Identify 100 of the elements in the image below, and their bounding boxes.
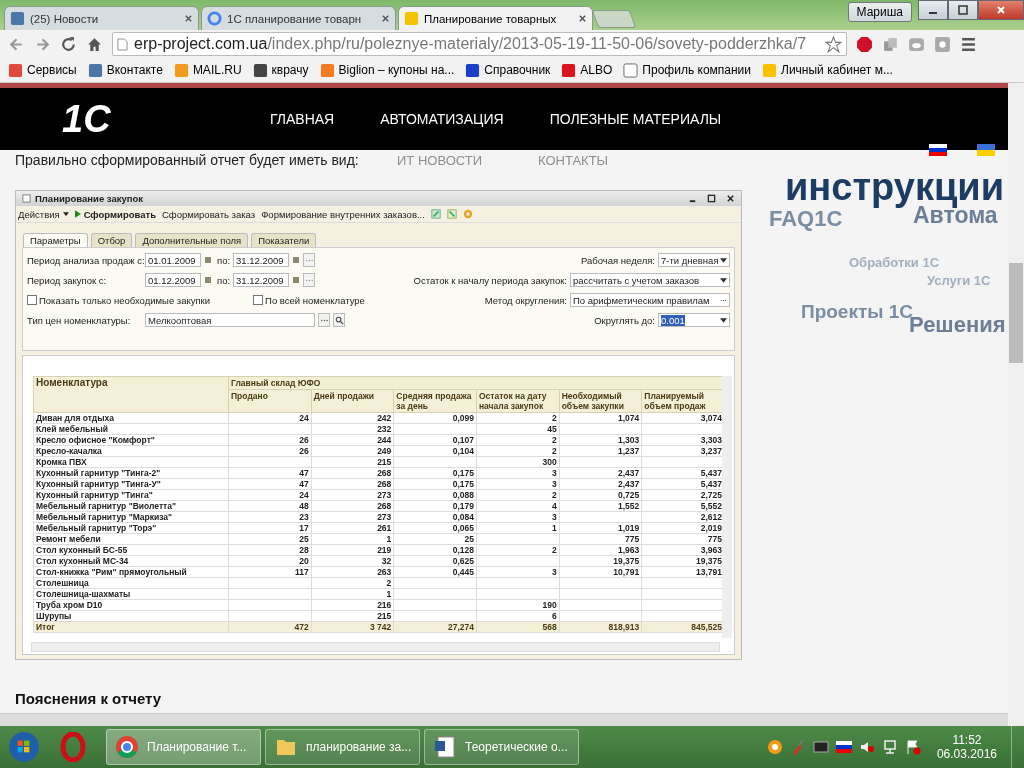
speaker-muted-icon[interactable] [858,739,875,755]
profile-button[interactable]: Мариша [847,2,912,22]
table-cell: 1,074 [559,412,642,424]
browser-tab[interactable]: 1С планирование товарн [201,6,396,30]
section-heading: Пояснения к отчету [15,690,163,707]
tag-link[interactable]: инструкции [785,168,1004,206]
export-icon[interactable] [446,209,457,219]
help-icon[interactable] [462,209,473,219]
bookmark[interactable]: Biglion – купоны на... [319,62,455,78]
flag-icon[interactable] [929,144,947,156]
menu-icon[interactable] [960,35,977,53]
home-icon[interactable] [86,35,103,53]
checkbox[interactable] [27,295,37,305]
table-cell: Стол кухонный БС-55 [33,544,229,556]
date-field[interactable]: 31.12.2009 [233,273,290,287]
taskbar-button[interactable]: планирование за... [265,729,420,765]
checkbox[interactable] [253,295,264,305]
bookmark[interactable]: MAIL.RU [173,62,242,78]
table-cell: 0,088 [393,489,477,501]
bookmark[interactable]: Вконтакте [87,62,163,78]
flag-icon[interactable] [835,739,852,755]
date-field[interactable]: 01.12.2009 [145,273,201,287]
cloud-icon[interactable] [908,35,925,53]
window-title: Планирование закупок [35,193,144,204]
scrollbar[interactable] [722,376,732,638]
reload-icon[interactable] [60,35,77,53]
close-icon[interactable] [381,14,390,23]
dropdown[interactable]: 0.001 [658,313,730,327]
clock-time[interactable]: 11:52 [952,733,982,747]
calendar-icon[interactable] [204,256,212,264]
browser-tab[interactable]: (25) Новости [4,6,199,30]
clock-date[interactable]: 06.03.2016 [936,747,997,761]
site-icon [87,62,103,78]
bookmark[interactable]: кврачу [252,62,309,78]
table-cell: 0,107 [393,434,477,446]
browser-tab[interactable]: Планирование товарных [398,6,593,30]
table-cell: 568 [476,621,560,633]
toolbar-button[interactable]: Формирование внутренних заказов... [261,208,425,220]
close-icon[interactable] [578,14,587,23]
nav-link[interactable]: АВТОМАТИЗАЦИЯ [380,111,504,127]
field-label: по: [217,254,231,266]
circle-icon[interactable] [766,739,783,755]
table-cell: 1,963 [559,544,642,556]
bookmark[interactable]: Справочник [465,62,551,78]
settings-icon[interactable] [430,209,441,219]
page-icon [117,37,128,51]
date-field[interactable]: 01.01.2009 [145,253,201,267]
date-field[interactable]: 31.12.2009 [233,253,290,267]
logo[interactable]: 1C [62,97,122,141]
scrollbar[interactable] [1008,83,1024,726]
run-button[interactable]: Сформировать [74,208,156,220]
close-icon[interactable] [184,14,193,23]
scrollbar[interactable] [31,642,720,652]
minimize-icon [929,12,937,14]
dropdown[interactable]: 7-ти дневная [658,253,730,267]
star-icon[interactable] [825,35,842,53]
maximize-button[interactable] [707,194,716,203]
table-cell: 273 [311,489,394,501]
bookmark[interactable]: Сервисы [8,62,77,78]
ring-icon [207,11,222,26]
bookmark[interactable]: Профиль компании [623,62,751,78]
picker-field[interactable]: По арифметическим правилам [570,293,730,307]
maximize-button[interactable] [948,0,978,20]
table-cell: Ремонт мебели [33,533,229,545]
table-cell: 261 [311,522,394,534]
network-icon[interactable] [881,739,898,755]
terminal-icon[interactable] [812,739,829,755]
table-cell: 2 [476,489,560,501]
form-tab[interactable]: Отбор [90,233,133,247]
form-tab[interactable]: Параметры [23,233,88,247]
table-cell: 0,099 [393,412,477,424]
table-cell: 0,445 [393,566,477,578]
nav-link[interactable]: ГЛАВНАЯ [270,111,335,127]
dropdown[interactable]: рассчитать с учетом заказов [570,273,730,287]
bookmark[interactable]: Личный кабинет м... [762,62,893,78]
taskbar-button[interactable]: Теоретические о... [424,729,579,765]
start-button[interactable] [8,731,40,763]
minimize-button[interactable] [918,0,948,20]
scrollbar[interactable] [0,713,1008,726]
table-cell: 300 [476,456,560,468]
nav-link[interactable]: ПОЛЕЗНЫЕ МАТЕРИАЛЫ [549,111,722,127]
actions-menu[interactable]: Действия [18,208,69,220]
form-tab[interactable]: Дополнительные поля [135,233,249,247]
calendar-icon[interactable] [204,276,212,284]
address-bar[interactable]: erp-project.com.ua/index.php/ru/poleznye-materialy/2013-05-19-11-50-06/sovety-podderzhka/7 [112,32,847,56]
table-cell: 2,437 [559,467,642,479]
calendar-icon[interactable] [292,256,301,264]
calendar-icon[interactable] [292,276,301,284]
square-icon[interactable] [934,35,951,53]
search-button[interactable] [333,313,345,327]
form-tab[interactable]: Показатели [251,233,317,247]
tab-title: (25) Новости [30,12,100,25]
close-icon [995,4,1007,16]
flag-alert-icon[interactable] [904,739,921,755]
stacked-pages-icon[interactable] [882,35,899,53]
bookmark[interactable]: ALBO [561,62,613,78]
stop-sign-icon[interactable] [856,35,873,53]
price-type-field[interactable]: Мелкооптовая [145,313,315,327]
close-button[interactable] [726,194,735,203]
toolbar-button[interactable]: Сформировать заказ [162,208,256,220]
